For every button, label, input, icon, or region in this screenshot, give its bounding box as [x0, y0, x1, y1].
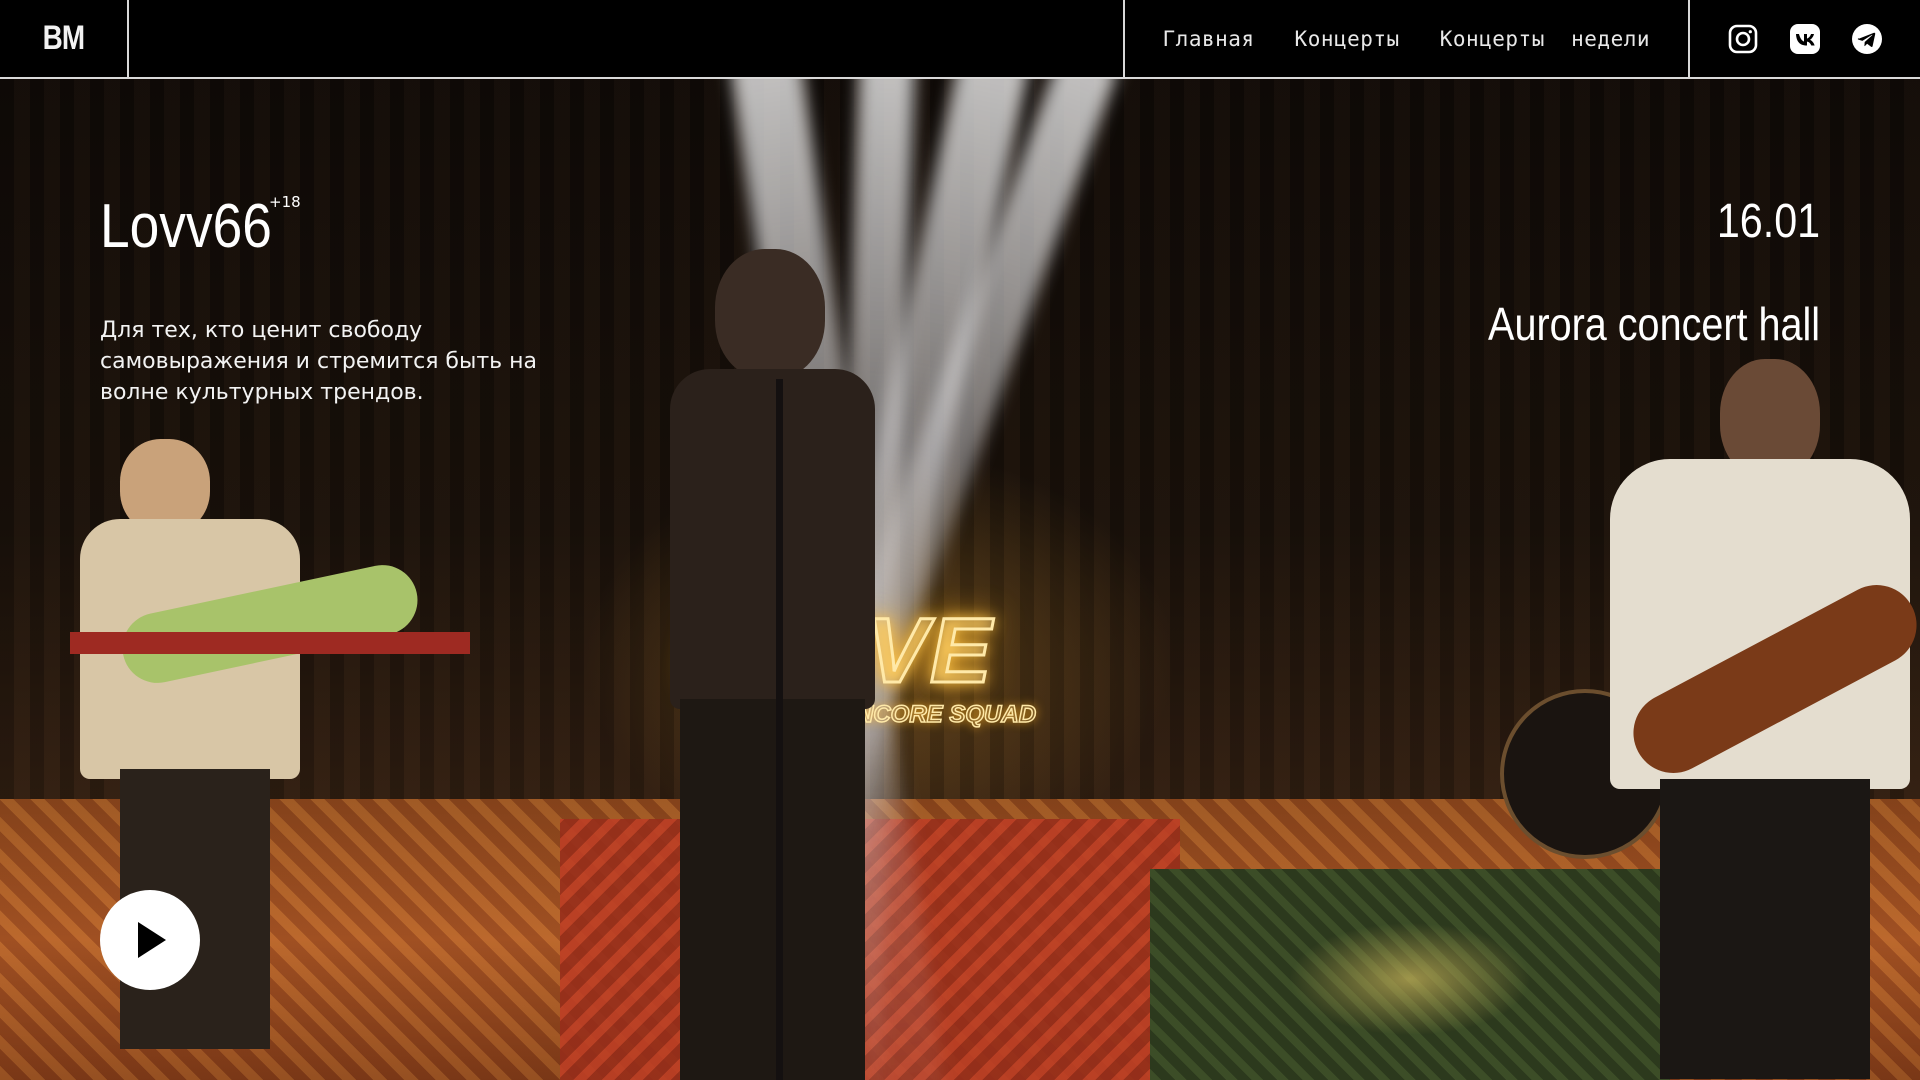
instagram-icon[interactable]: [1726, 22, 1760, 56]
event-venue: Aurora concert hall: [1487, 298, 1820, 350]
play-icon: [138, 922, 166, 958]
hero-video-frame[interactable]: E LIVE ENCORE SQUAD: [0, 79, 1920, 1080]
header-spacer: [129, 0, 1123, 77]
social-links: [1690, 0, 1920, 77]
guitarist-right: [1590, 359, 1920, 1080]
singer: [660, 249, 890, 1080]
event-description: Для тех, кто ценит свободу самовыражения…: [100, 318, 537, 405]
artist-name: Lovv66: [100, 192, 272, 261]
mic-stand: [776, 379, 783, 1080]
keyboard: [70, 632, 470, 654]
logo-cell[interactable]: BM: [0, 0, 129, 77]
logo[interactable]: BM: [43, 19, 86, 58]
nav-link-home[interactable]: Главная: [1163, 27, 1255, 51]
top-header: BM Главная Концерты Концерты недели: [0, 0, 1920, 79]
vk-icon[interactable]: [1788, 22, 1822, 56]
main-nav: Главная Концерты Концерты недели: [1122, 0, 1690, 77]
nav-link-concerts[interactable]: Концерты: [1295, 27, 1400, 51]
telegram-icon[interactable]: [1850, 22, 1884, 56]
play-button[interactable]: [100, 890, 200, 990]
age-rating-badge: +18: [269, 193, 301, 211]
nav-link-week-concerts[interactable]: Концерты недели: [1440, 27, 1650, 51]
event-date: 16.01: [1716, 195, 1820, 248]
